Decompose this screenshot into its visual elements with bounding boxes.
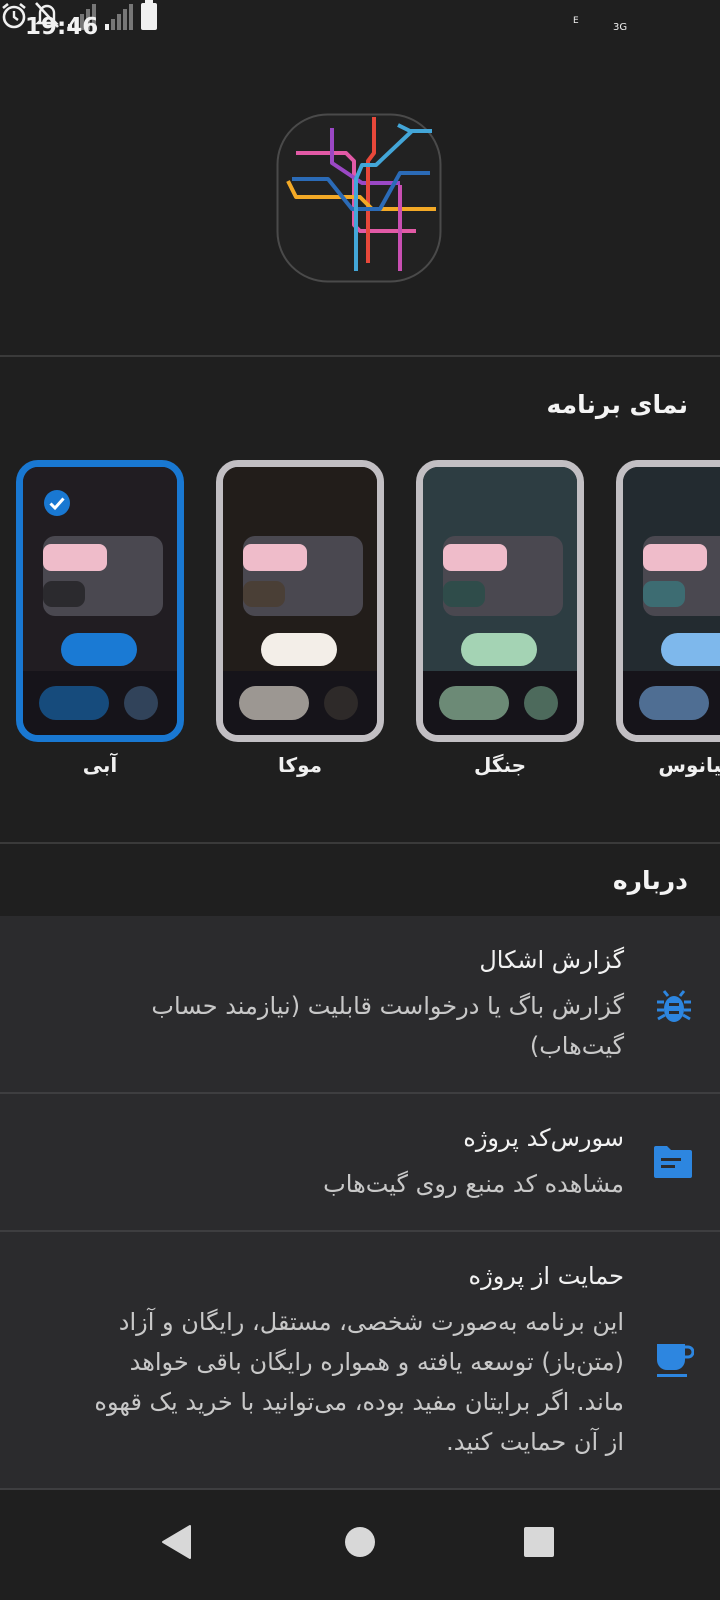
preview-button — [61, 633, 137, 666]
theme-preview-card[interactable] — [616, 460, 720, 742]
folder-icon — [654, 1146, 692, 1178]
about-section-title: درباره — [612, 866, 688, 895]
alarm-icon — [2, 2, 26, 29]
theme-preview-card[interactable] — [216, 460, 384, 742]
theme-option-mocha[interactable]: موکا — [216, 460, 384, 777]
preview-pill — [443, 581, 485, 607]
preview-pill — [243, 544, 307, 571]
item-description: این برنامه به‌صورت شخصی، مستقل، رایگان و… — [94, 1308, 624, 1456]
item-title: سورس‌کد پروژه — [463, 1124, 624, 1152]
metro-map-icon — [276, 113, 442, 283]
status-time: 19:46 — [25, 14, 99, 40]
theme-option-ocean[interactable]: اقیانوس — [616, 460, 720, 777]
theme-label: موکا — [277, 753, 323, 777]
preview-nav-dot — [124, 686, 158, 720]
preview-nav-pill — [439, 686, 509, 720]
network-edge-label: E — [573, 16, 579, 26]
status-bar: 19:46 E 3G — [0, 0, 720, 60]
preview-pill — [243, 581, 285, 607]
preview-nav-pill — [39, 686, 109, 720]
home-icon[interactable] — [344, 1526, 376, 1558]
item-title: گزارش اشکال — [479, 946, 624, 974]
source-code-item[interactable]: سورس‌کد پروژه مشاهده کد منبع روی گیت‌هاب — [0, 1094, 720, 1230]
item-description: مشاهده کد منبع روی گیت‌هاب — [323, 1170, 624, 1198]
support-project-item[interactable]: حمایت از پروژه این برنامه به‌صورت شخصی، … — [0, 1232, 720, 1488]
theme-option-forest[interactable]: جنگل — [416, 460, 584, 777]
preview-button — [461, 633, 537, 666]
item-title: حمایت از پروژه — [468, 1262, 624, 1290]
preview-nav-pill — [639, 686, 709, 720]
signal-icon — [105, 4, 134, 30]
theme-label: آبی — [82, 753, 118, 777]
preview-button — [261, 633, 337, 666]
preview-pill — [443, 544, 507, 571]
coffee-icon — [657, 1344, 694, 1377]
recents-icon[interactable] — [523, 1526, 555, 1558]
theme-carousel[interactable]: آبی موکا جنگل انوس — [0, 460, 720, 790]
bug-icon — [657, 990, 691, 1022]
theme-option-blue[interactable]: آبی — [16, 460, 184, 777]
theme-preview-card[interactable] — [16, 460, 184, 742]
theme-label: جنگل — [473, 753, 527, 777]
preview-pill — [43, 544, 107, 571]
preview-pill — [643, 544, 707, 571]
preview-button — [661, 633, 720, 666]
preview-nav-dot — [324, 686, 358, 720]
app-logo — [276, 113, 442, 283]
system-navigation-bar — [0, 1490, 720, 1600]
check-circle-icon — [44, 490, 70, 516]
preview-nav-pill — [239, 686, 309, 720]
preview-nav-dot — [524, 686, 558, 720]
battery-icon — [141, 0, 158, 30]
report-bug-item[interactable]: گزارش اشکال گزارش باگ یا درخواست قابلیت … — [0, 916, 720, 1092]
theme-label: اقیانوس — [658, 753, 720, 777]
preview-pill — [643, 581, 685, 607]
preview-pill — [43, 581, 85, 607]
network-type-label: 3G — [613, 22, 628, 33]
back-icon[interactable] — [160, 1523, 194, 1561]
appearance-section-title: نمای برنامه — [546, 390, 688, 419]
item-description: گزارش باگ یا درخواست قابلیت (نیازمند حسا… — [151, 992, 624, 1060]
divider — [0, 842, 720, 844]
divider — [0, 355, 720, 357]
theme-preview-card[interactable] — [416, 460, 584, 742]
